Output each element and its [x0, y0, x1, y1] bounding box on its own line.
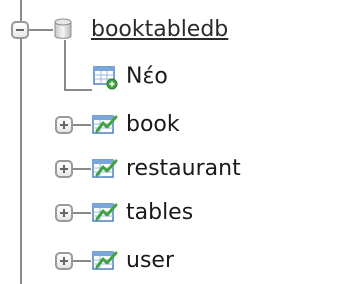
- tree-connector-book: [73, 124, 91, 126]
- new-table-link[interactable]: Νέο: [126, 64, 168, 90]
- table-icon[interactable]: [91, 249, 119, 273]
- expand-toggle-user[interactable]: [55, 252, 73, 270]
- expand-toggle-tables[interactable]: [55, 204, 73, 222]
- database-icon[interactable]: [54, 18, 72, 40]
- table-icon[interactable]: [91, 157, 119, 181]
- tree-connector-tables: [73, 212, 91, 214]
- tree-line-root: [20, 0, 22, 284]
- expand-toggle-book[interactable]: [55, 116, 73, 134]
- table-link-user[interactable]: user: [126, 248, 174, 274]
- navigation-tree: booktabledb Νέο book restaurant tables u…: [0, 0, 364, 284]
- table-link-tables[interactable]: tables: [126, 200, 193, 226]
- table-link-book[interactable]: book: [126, 112, 180, 138]
- tree-connector-database: [29, 29, 53, 31]
- tree-line-database-children: [64, 40, 66, 90]
- table-icon[interactable]: [91, 201, 119, 225]
- tree-connector-user: [73, 260, 91, 262]
- new-table-icon[interactable]: [92, 64, 120, 90]
- table-icon[interactable]: [91, 113, 119, 137]
- database-link[interactable]: booktabledb: [91, 17, 228, 43]
- table-link-restaurant[interactable]: restaurant: [126, 156, 241, 182]
- tree-connector-restaurant: [73, 168, 91, 170]
- tree-connector-new: [64, 89, 92, 91]
- expand-toggle-restaurant[interactable]: [55, 160, 73, 178]
- collapse-toggle-database[interactable]: [11, 21, 29, 39]
